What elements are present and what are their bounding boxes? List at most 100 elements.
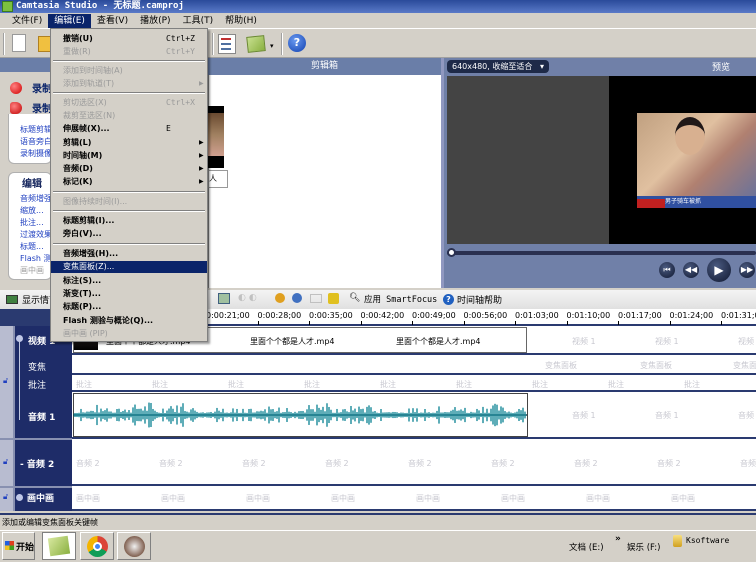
task-link-transitions[interactable]: 过渡效果	[20, 229, 50, 240]
taskbar-camtasia[interactable]	[42, 532, 76, 560]
edit-menu-item: 添加到时间轴(A)	[63, 65, 207, 77]
ruler-tick-label: 0:00:56;00	[463, 311, 508, 320]
ruler-tick	[360, 321, 362, 325]
menu-edit[interactable]: 编辑(E)	[48, 13, 91, 28]
submenu-arrow-icon: ▶	[199, 80, 204, 87]
lock-icon[interactable]: 🔓︎	[3, 376, 8, 386]
ruler-tick-label: 0:01:31;00	[721, 311, 756, 320]
edit-menu-item[interactable]: Flash 测验与概论(Q)...	[63, 315, 207, 327]
task-link-pip: 画中画	[20, 266, 44, 275]
ghost-label: 音频 2	[740, 459, 756, 468]
tray-drive-e[interactable]: 文档 (E:)	[569, 541, 604, 553]
play-icon[interactable]: ▶	[707, 258, 731, 282]
edit-tasks-title: 编辑	[22, 179, 42, 190]
edit-menu-item[interactable]: 剪辑(L) ▶	[63, 137, 207, 149]
edit-menu-item[interactable]: 撤销(U) Ctrl+Z	[63, 33, 207, 45]
fast-forward-icon[interactable]: ▶▶	[739, 262, 755, 278]
record-screen-icon	[10, 82, 22, 94]
menu-item-label: 添加到时间轴(A)	[63, 66, 123, 75]
ghost-label: 变焦面板	[545, 361, 577, 370]
smart-icon[interactable]	[328, 293, 339, 304]
timeline-help-button[interactable]: 时间轴帮助	[457, 293, 502, 306]
edit-menu-dropdown: 撤销(U) Ctrl+Z 重做(R) Ctrl+Y 添加到时间轴(A) 添加到轨道(T) ▶…	[50, 28, 208, 342]
task-link-voice-narration[interactable]: 语音旁白	[20, 136, 50, 147]
ruler-tick-label: 0:00:49;00	[412, 311, 456, 320]
taskbar-chrome[interactable]	[80, 532, 114, 560]
apply-smartfocus-button[interactable]: 应用 SmartFocus	[364, 293, 437, 305]
menu-tools[interactable]: 工具(T)	[177, 14, 220, 28]
menu-separator	[53, 210, 205, 212]
ghost-label: 音频 1	[655, 411, 679, 420]
tray-chevron[interactable]: »	[615, 534, 621, 544]
timeline-help-icon: ?	[443, 294, 454, 305]
task-link-audio-enhance[interactable]: 音频增强	[20, 193, 50, 204]
lock-icon[interactable]: 🔓︎	[3, 492, 8, 502]
edit-menu-item[interactable]: 变焦面板(Z)...	[51, 261, 207, 273]
resolution-dropdown[interactable]: 640x480, 收缩至适合 ▾	[447, 60, 549, 73]
audio2-label-text: 音频 2	[26, 460, 55, 470]
preview-canvas-margin	[447, 76, 609, 244]
new-file-icon[interactable]	[12, 34, 26, 52]
preview-scrubber[interactable]	[447, 251, 756, 255]
checklist-icon[interactable]	[218, 34, 236, 54]
rewind-icon[interactable]: ◀◀	[683, 262, 699, 278]
task-link-callouts[interactable]: 批注...	[20, 217, 50, 228]
menu-file[interactable]: 文件(F)	[6, 14, 48, 28]
pip-track-expand-icon[interactable]	[16, 494, 23, 501]
task-link-title-clip[interactable]: 标题剪辑	[20, 124, 50, 135]
split-icon[interactable]	[218, 293, 230, 304]
callout-icon[interactable]	[275, 293, 285, 303]
clip-label[interactable]: 人才.	[208, 170, 228, 188]
timeline-zoom-icons[interactable]: ◐◐	[238, 293, 298, 305]
edit-menu-item[interactable]: 音频增强(H)...	[63, 248, 207, 260]
edit-menu-item[interactable]: 标注(S)...	[63, 275, 207, 287]
help-icon[interactable]: ?	[288, 34, 306, 52]
ghost-label: 批注	[380, 380, 396, 389]
ghost-label: 变焦面板	[733, 361, 756, 370]
produce-icon[interactable]	[246, 35, 266, 53]
tray-drive-f[interactable]: 娱乐 (F:)	[627, 541, 660, 553]
edit-menu-item[interactable]: 标题剪辑(I)...	[63, 215, 207, 227]
edit-menu-item[interactable]: 旁白(V)...	[63, 228, 207, 240]
marker-icon[interactable]	[292, 293, 302, 303]
ghost-label: 批注	[684, 380, 700, 389]
produce-dropdown-icon[interactable]: ▾	[270, 42, 274, 50]
menu-play[interactable]: 播放(P)	[134, 14, 176, 28]
edit-menu-item[interactable]: 音频(D) ▶	[63, 163, 207, 175]
task-link-zoom[interactable]: 缩放...	[20, 205, 50, 216]
ghost-label: 批注	[304, 380, 320, 389]
edit-menu-item[interactable]: 时间轴(M) ▶	[63, 150, 207, 162]
clip-thumbnail-image	[208, 113, 224, 156]
menu-help[interactable]: 帮助(H)	[219, 14, 263, 28]
taskbar-app[interactable]	[117, 532, 151, 560]
task-link-flash-quiz[interactable]: Flash 测验	[20, 253, 50, 264]
task-link-titles[interactable]: 标题...	[20, 241, 50, 252]
track-label-zoom: 变焦	[28, 363, 47, 373]
ghost-label: 画中画	[331, 494, 355, 503]
ruler-tick-label: 0:01:24;00	[669, 311, 714, 320]
edit-menu-item[interactable]: 标题(P)...	[63, 301, 207, 313]
menu-view[interactable]: 查看(V)	[91, 14, 134, 28]
ghost-label: 音频 2	[242, 459, 266, 468]
start-button[interactable]: 开始	[2, 532, 35, 560]
video-track-expand-icon[interactable]	[16, 335, 23, 342]
scrubber-handle[interactable]	[447, 248, 456, 257]
edit-menu-item[interactable]: 标记(K) ▶	[63, 176, 207, 188]
edit-menu-item: 剪切选区(X) Ctrl+X	[63, 97, 207, 109]
menu-separator	[53, 191, 205, 193]
menu-item-label: 剪辑(L)	[63, 138, 92, 147]
edit-menu-item[interactable]: 渐变(T)...	[63, 288, 207, 300]
edit-menu-item[interactable]: 伸展帧(X)... E	[63, 123, 207, 135]
submenu-arrow-icon: ▶	[199, 139, 204, 146]
ruler-tick	[721, 321, 722, 325]
tray-folder-ksoftware[interactable]: Ksoftware	[686, 536, 729, 545]
lock-icon[interactable]: 🔓︎	[3, 457, 8, 467]
smartfocus-icon: 🔍︎	[349, 293, 361, 303]
caption-icon[interactable]	[310, 294, 322, 303]
skip-back-icon[interactable]: ⏮	[659, 262, 675, 278]
track-callout[interactable]	[72, 375, 756, 392]
task-link-record-camera[interactable]: 录制摄像头	[20, 148, 50, 159]
menu-separator	[53, 92, 205, 94]
ghost-label: 画中画	[586, 494, 610, 503]
ruler-tick-label: 0:01:03;00	[515, 311, 559, 320]
